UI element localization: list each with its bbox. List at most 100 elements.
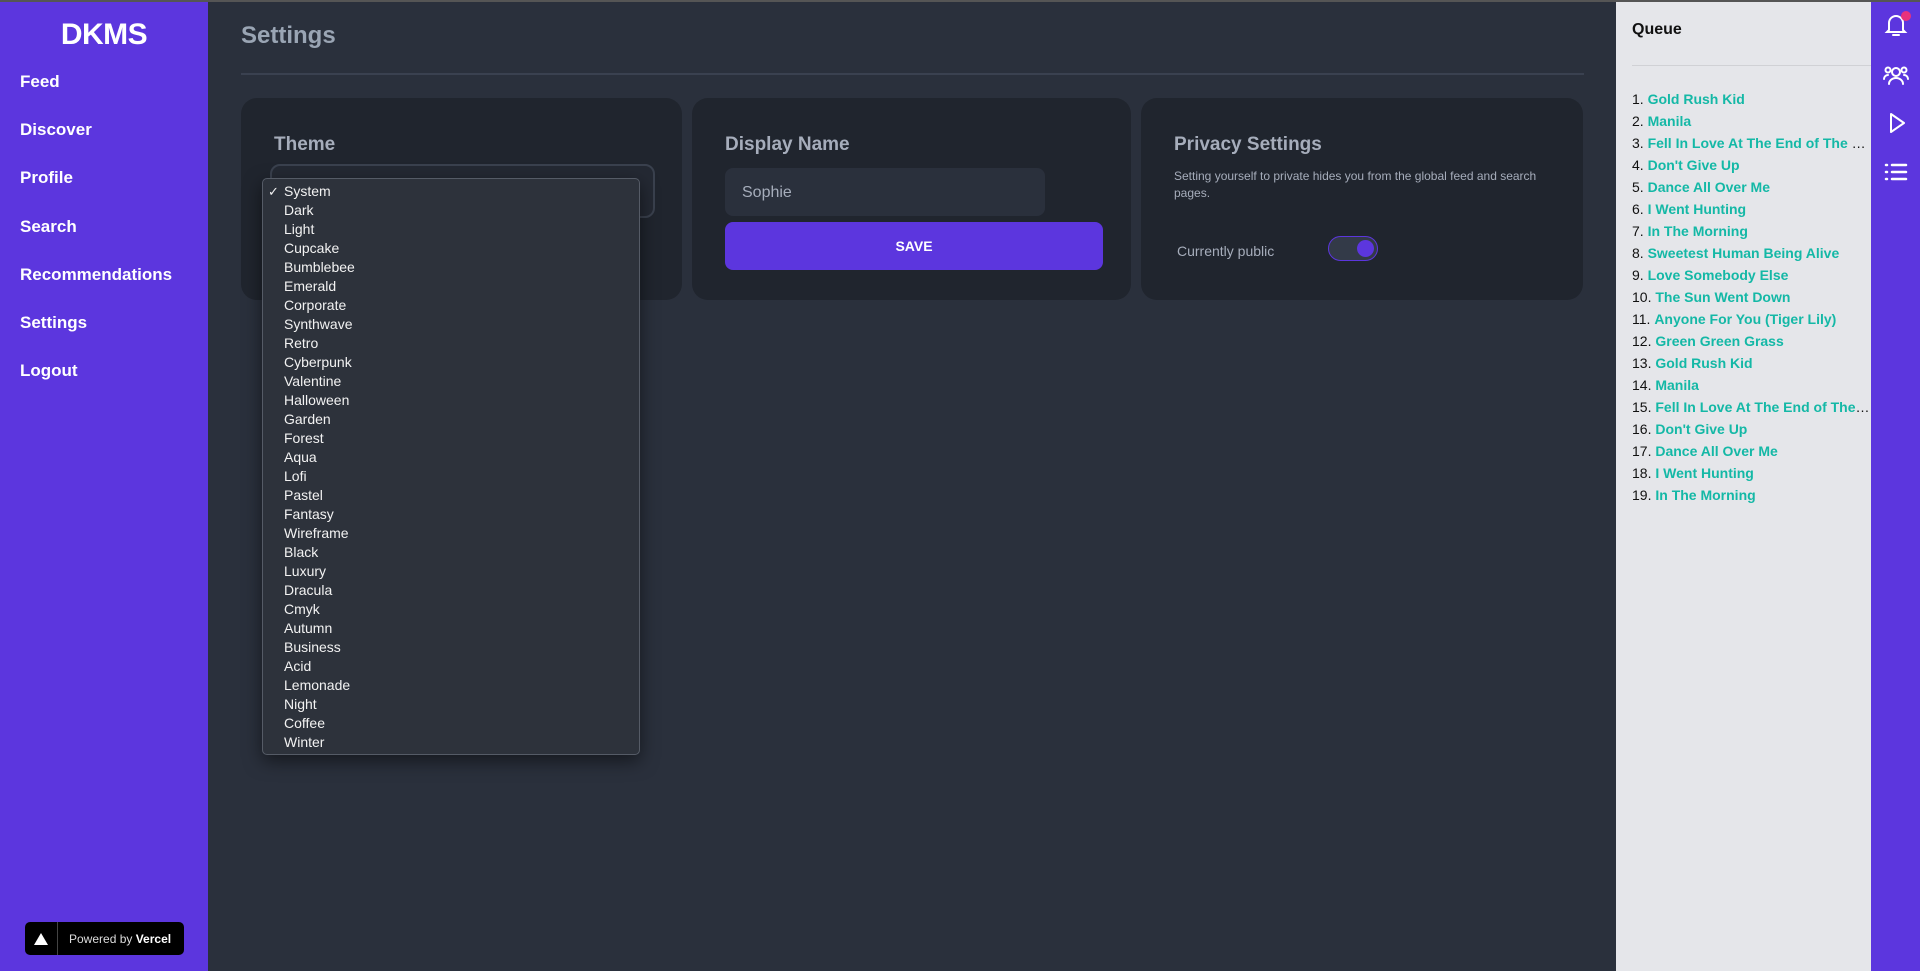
theme-option[interactable]: Acid (263, 657, 639, 676)
queue-song-link[interactable]: Dance All Over Me (1648, 179, 1770, 195)
queue-item-number: 5. (1632, 179, 1648, 195)
theme-option[interactable]: Business (263, 638, 639, 657)
queue-song-link[interactable]: Fell In Love At The End of The World (1648, 135, 1872, 151)
sidebar-item-search[interactable]: Search (20, 217, 77, 237)
theme-option-label: Light (284, 221, 315, 237)
theme-option[interactable]: Garden (263, 410, 639, 429)
theme-option[interactable]: Winter (263, 733, 639, 752)
theme-option[interactable]: Dracula (263, 581, 639, 600)
theme-option[interactable]: Forest (263, 429, 639, 448)
queue-song-link[interactable]: I Went Hunting (1655, 465, 1754, 481)
queue-item: 8. Sweetest Human Being Alive (1632, 245, 1872, 267)
theme-option[interactable]: Cupcake (263, 239, 639, 258)
queue-item: 9. Love Somebody Else (1632, 267, 1872, 289)
queue-song-link[interactable]: Anyone For You (Tiger Lily) (1654, 311, 1836, 327)
theme-option-label: Lofi (284, 468, 307, 484)
queue-item: 11. Anyone For You (Tiger Lily) (1632, 311, 1872, 333)
queue-song-link[interactable]: Dance All Over Me (1655, 443, 1777, 459)
theme-option-label: Forest (284, 430, 324, 446)
queue-song-link[interactable]: Don't Give Up (1648, 157, 1740, 173)
theme-option[interactable]: Coffee (263, 714, 639, 733)
queue-song-link[interactable]: Don't Give Up (1655, 421, 1747, 437)
theme-option[interactable]: Halloween (263, 391, 639, 410)
theme-option-label: Lemonade (284, 677, 351, 693)
display-name-input[interactable]: Sophie (725, 168, 1045, 216)
sidebar-item-recommendations[interactable]: Recommendations (20, 265, 172, 285)
theme-option[interactable]: Valentine (263, 372, 639, 391)
theme-option-label: Aqua (284, 449, 317, 465)
theme-option-label: Fantasy (284, 506, 334, 522)
powered-by-vercel-badge[interactable]: Powered by Vercel (25, 922, 184, 955)
theme-option[interactable]: Emerald (263, 277, 639, 296)
queue-item: 6. I Went Hunting (1632, 201, 1872, 223)
queue-item: 19. In The Morning (1632, 487, 1872, 509)
sidebar-item-logout[interactable]: Logout (20, 361, 78, 381)
queue-panel: Queue 1. Gold Rush Kid 2. Manila 3. Fell I… (1616, 2, 1872, 971)
queue-title: Queue (1632, 21, 1682, 38)
theme-option-label: Wireframe (284, 525, 349, 541)
theme-option-label: Synthwave (284, 316, 353, 332)
play-icon[interactable] (1883, 110, 1909, 136)
queue-item: 15. Fell In Love At The End of The World (1632, 399, 1872, 421)
queue-song-link[interactable]: I Went Hunting (1648, 201, 1747, 217)
queue-item-number: 7. (1632, 223, 1648, 239)
theme-option[interactable]: Autumn (263, 619, 639, 638)
theme-option[interactable]: Lofi (263, 467, 639, 486)
privacy-toggle[interactable] (1328, 236, 1378, 261)
theme-option[interactable]: Aqua (263, 448, 639, 467)
theme-option[interactable]: ✓ System (263, 182, 639, 201)
toggle-knob (1357, 240, 1374, 257)
theme-option[interactable]: Corporate (263, 296, 639, 315)
bell-icon[interactable] (1883, 11, 1911, 38)
friends-icon[interactable] (1883, 62, 1909, 88)
list-icon[interactable] (1883, 159, 1909, 185)
sidebar-item-profile[interactable]: Profile (20, 168, 73, 188)
theme-option[interactable]: Night (263, 695, 639, 714)
sidebar-item-settings[interactable]: Settings (20, 313, 87, 333)
privacy-toggle-label: Currently public (1177, 243, 1275, 259)
theme-option[interactable]: Black (263, 543, 639, 562)
theme-option-label: Garden (284, 411, 331, 427)
theme-option[interactable]: Luxury (263, 562, 639, 581)
theme-option[interactable]: Fantasy (263, 505, 639, 524)
queue-song-link[interactable]: Gold Rush Kid (1648, 91, 1745, 107)
queue-song-link[interactable]: Love Somebody Else (1648, 267, 1789, 283)
queue-item-number: 14. (1632, 377, 1656, 393)
theme-option[interactable]: Dark (263, 201, 639, 220)
theme-dropdown-menu: ✓ System Dark Light Cupcake Bumblebee Emerald C… (262, 178, 640, 755)
theme-option[interactable]: Cmyk (263, 600, 639, 619)
queue-item-number: 19. (1632, 487, 1656, 503)
queue-song-link[interactable]: In The Morning (1655, 487, 1755, 503)
queue-song-link[interactable]: Manila (1648, 113, 1692, 129)
queue-list: 1. Gold Rush Kid 2. Manila 3. Fell In Love… (1632, 91, 1872, 509)
theme-option[interactable]: Cyberpunk (263, 353, 639, 372)
privacy-description: Setting yourself to private hides you fr… (1174, 169, 1537, 200)
theme-option[interactable]: Light (263, 220, 639, 239)
queue-item: 13. Gold Rush Kid (1632, 355, 1872, 377)
save-button[interactable]: SAVE (725, 222, 1103, 270)
queue-song-link[interactable]: Gold Rush Kid (1655, 355, 1752, 371)
page-title: Settings (241, 22, 336, 49)
theme-option-label: Night (284, 696, 317, 712)
queue-song-link[interactable]: Sweetest Human Being Alive (1648, 245, 1840, 261)
theme-option-label: Cyberpunk (284, 354, 352, 370)
display-name-card: Display Name Sophie SAVE (692, 98, 1131, 300)
queue-song-link[interactable]: The Sun Went Down (1655, 289, 1790, 305)
theme-option[interactable]: Wireframe (263, 524, 639, 543)
queue-song-link[interactable]: Manila (1655, 377, 1699, 393)
title-divider (241, 73, 1584, 75)
queue-item-number: 2. (1632, 113, 1648, 129)
queue-item: 3. Fell In Love At The End of The World (1632, 135, 1872, 157)
sidebar-item-discover[interactable]: Discover (20, 120, 92, 140)
theme-option-label: Dark (284, 202, 314, 218)
theme-option[interactable]: Bumblebee (263, 258, 639, 277)
theme-option[interactable]: Synthwave (263, 315, 639, 334)
theme-option[interactable]: Lemonade (263, 676, 639, 695)
queue-song-link[interactable]: Fell In Love At The End of The World (1655, 399, 1872, 415)
queue-song-link[interactable]: In The Morning (1648, 223, 1748, 239)
theme-option[interactable]: Retro (263, 334, 639, 353)
sidebar-item-feed[interactable]: Feed (20, 72, 60, 92)
theme-option[interactable]: Pastel (263, 486, 639, 505)
theme-option-label: Business (284, 639, 341, 655)
queue-song-link[interactable]: Green Green Grass (1655, 333, 1783, 349)
